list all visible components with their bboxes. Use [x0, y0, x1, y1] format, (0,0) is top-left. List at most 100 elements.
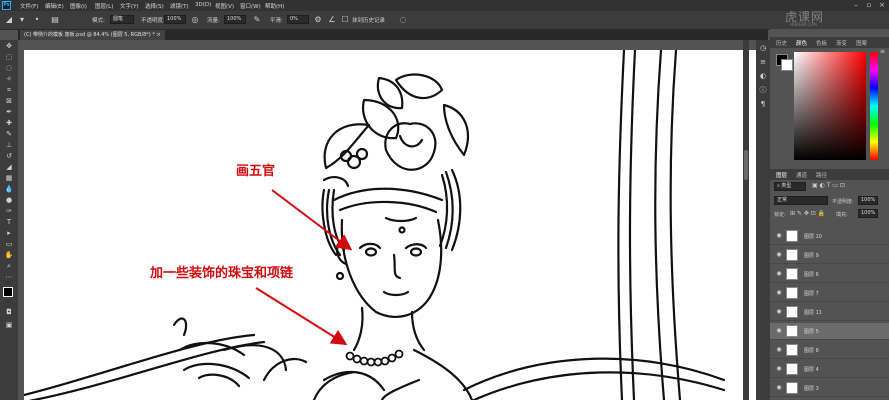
history-brush-icon[interactable]: ↺	[4, 152, 14, 161]
lasso-tool-icon[interactable]: ◌	[4, 64, 14, 73]
lock-icons[interactable]: ⊞ ✎ ✥ ⊡ 🔒	[790, 210, 825, 217]
menu-type[interactable]: 文字(Y)	[120, 2, 139, 10]
filter-icons[interactable]: ▣ ◐ T ▭ ⊡	[812, 182, 845, 189]
brush-preset-icon[interactable]: •	[32, 15, 42, 25]
hand-tool-icon[interactable]: ✋	[4, 251, 14, 260]
quick-select-icon[interactable]: ✧	[4, 75, 14, 84]
marquee-tool-icon[interactable]: ⬚	[4, 53, 14, 62]
foreground-color-swatch[interactable]	[3, 287, 13, 297]
eraser-tool-icon[interactable]: ◢	[4, 163, 14, 172]
gradient-tool-icon[interactable]: ▦	[4, 174, 14, 183]
eyedropper-tool-icon[interactable]: ✒	[4, 108, 14, 117]
layer-opacity-input[interactable]: 100%	[858, 196, 878, 205]
layer-row-selected[interactable]: ◉ 图层 5	[770, 323, 889, 340]
layer-kind-select[interactable]: ⌕ 类型	[774, 182, 806, 191]
eye-icon[interactable]: ◉	[775, 270, 783, 278]
layer-row[interactable]: ◉ 图层 4	[770, 361, 889, 378]
layer-row[interactable]: ◉ 图层 8	[770, 342, 889, 359]
tab-swatches[interactable]: 色板	[816, 39, 827, 47]
eye-icon[interactable]: ◉	[775, 232, 783, 240]
eye-icon[interactable]: ◉	[775, 251, 783, 259]
layer-row[interactable]: ◉ 图层 11	[770, 304, 889, 321]
eye-icon[interactable]: ◉	[775, 346, 783, 354]
pressure-size-icon[interactable]: ◌	[398, 15, 408, 25]
document-canvas[interactable]: 画五官 加一些装饰的珠宝和项链	[24, 50, 756, 400]
angle-icon[interactable]: ∠	[327, 15, 337, 25]
mode-select[interactable]: 圆笔	[110, 15, 134, 24]
menu-window[interactable]: 窗口(W)	[240, 2, 261, 10]
adjustments-panel-icon[interactable]: ◐	[758, 72, 768, 81]
menu-select[interactable]: 选择(S)	[145, 2, 164, 10]
type-tool-icon[interactable]: T	[4, 218, 14, 227]
opacity-input[interactable]: 100%	[164, 15, 186, 24]
tab-paths[interactable]: 路径	[816, 171, 827, 179]
blend-mode-select[interactable]: 正常	[774, 196, 828, 205]
menu-help[interactable]: 帮助(H)	[265, 2, 284, 10]
move-tool-icon[interactable]: ✥	[4, 42, 14, 51]
flow-input[interactable]: 100%	[224, 15, 246, 24]
menu-view[interactable]: 视图(V)	[215, 2, 234, 10]
shape-tool-icon[interactable]: ▭	[4, 240, 14, 249]
stamp-tool-icon[interactable]: ⊥	[4, 141, 14, 150]
screen-mode-icon[interactable]: ▣	[4, 321, 14, 330]
menu-file[interactable]: 文件(F)	[20, 2, 38, 10]
eye-icon[interactable]: ◉	[775, 289, 783, 297]
path-select-icon[interactable]: ▸	[4, 229, 14, 238]
color-field[interactable]	[794, 52, 866, 160]
quick-mask-icon[interactable]: ◘	[4, 308, 14, 317]
more-tools-icon[interactable]: ⋯	[4, 273, 14, 282]
dodge-tool-icon[interactable]: ●	[4, 196, 14, 205]
pressure-opacity-icon[interactable]: ◎	[190, 15, 200, 25]
tab-color[interactable]: 颜色	[796, 39, 807, 47]
info-panel-icon[interactable]: ⓘ	[758, 86, 768, 95]
pen-tool-icon[interactable]: ✑	[4, 207, 14, 216]
close-tab-icon[interactable]: ×	[156, 32, 160, 38]
tab-gradients[interactable]: 渐变	[836, 39, 847, 47]
tab-layers[interactable]: 图层	[776, 171, 787, 179]
close-icon[interactable]: ×	[877, 1, 887, 10]
eye-icon[interactable]: ◉	[775, 384, 783, 392]
background-color-chip[interactable]	[781, 59, 793, 71]
layer-row[interactable]: ◉ 图层 10	[770, 228, 889, 245]
eye-icon[interactable]: ◉	[775, 308, 783, 316]
eye-icon[interactable]: ◉	[775, 365, 783, 373]
menu-image[interactable]: 图像(I)	[70, 2, 87, 10]
layer-row[interactable]: ◉ 图层 7	[770, 285, 889, 302]
layer-row[interactable]: ◉ 图层 6	[770, 266, 889, 283]
chevron-down-icon[interactable]: ▾	[17, 15, 27, 25]
zoom-tool-icon[interactable]: ⌕	[4, 262, 14, 271]
document-tab[interactable]: (C) 带侧介的模板 轰板.psd @ 84.4% (图层 5, RGB/8*)…	[20, 30, 165, 40]
properties-panel-icon[interactable]: ≡	[758, 58, 768, 67]
frame-tool-icon[interactable]: ⊠	[4, 97, 14, 106]
crop-tool-icon[interactable]: ⌗	[4, 86, 14, 95]
paragraph-panel-icon[interactable]: ¶	[758, 100, 768, 109]
layer-row[interactable]: ◉ 图层 3	[770, 380, 889, 397]
layer-row[interactable]: ◉ 图层 9	[770, 247, 889, 264]
menu-3d[interactable]: 3D(D)	[195, 2, 211, 8]
menu-layer[interactable]: 图层(L)	[95, 2, 113, 10]
minimize-icon[interactable]: –	[851, 1, 861, 10]
gear-icon[interactable]: ⚙	[313, 15, 323, 25]
menu-edit[interactable]: 编辑(E)	[45, 2, 64, 10]
eraser-tool-icon[interactable]: ◢	[4, 15, 14, 25]
menu-filter[interactable]: 滤镜(T)	[170, 2, 189, 10]
eye-icon[interactable]: ◉	[775, 327, 783, 335]
tab-history[interactable]: 历史	[776, 39, 787, 47]
scroll-thumb[interactable]	[744, 150, 748, 180]
vertical-scrollbar[interactable]	[743, 40, 749, 400]
healing-tool-icon[interactable]: ✚	[4, 119, 14, 128]
brush-settings-icon[interactable]: ▤	[50, 15, 60, 25]
maximize-icon[interactable]: ▫	[864, 1, 874, 10]
brush-tool-icon[interactable]: ✎	[4, 130, 14, 139]
airbrush-icon[interactable]: ✎	[252, 15, 262, 25]
color-menu-icon[interactable]: ≡	[880, 48, 885, 55]
fill-input[interactable]: 100%	[858, 209, 878, 218]
hue-slider[interactable]	[870, 52, 878, 160]
history-checkbox[interactable]: ☐	[340, 15, 350, 25]
tab-patterns[interactable]: 图案	[856, 39, 867, 47]
tab-channels[interactable]: 通道	[796, 171, 807, 179]
smoothing-input[interactable]: 0%	[287, 15, 309, 24]
history-panel-icon[interactable]: ◷	[758, 44, 768, 53]
layer-name: 图层 4	[804, 367, 819, 373]
blur-tool-icon[interactable]: 💧	[4, 185, 14, 194]
